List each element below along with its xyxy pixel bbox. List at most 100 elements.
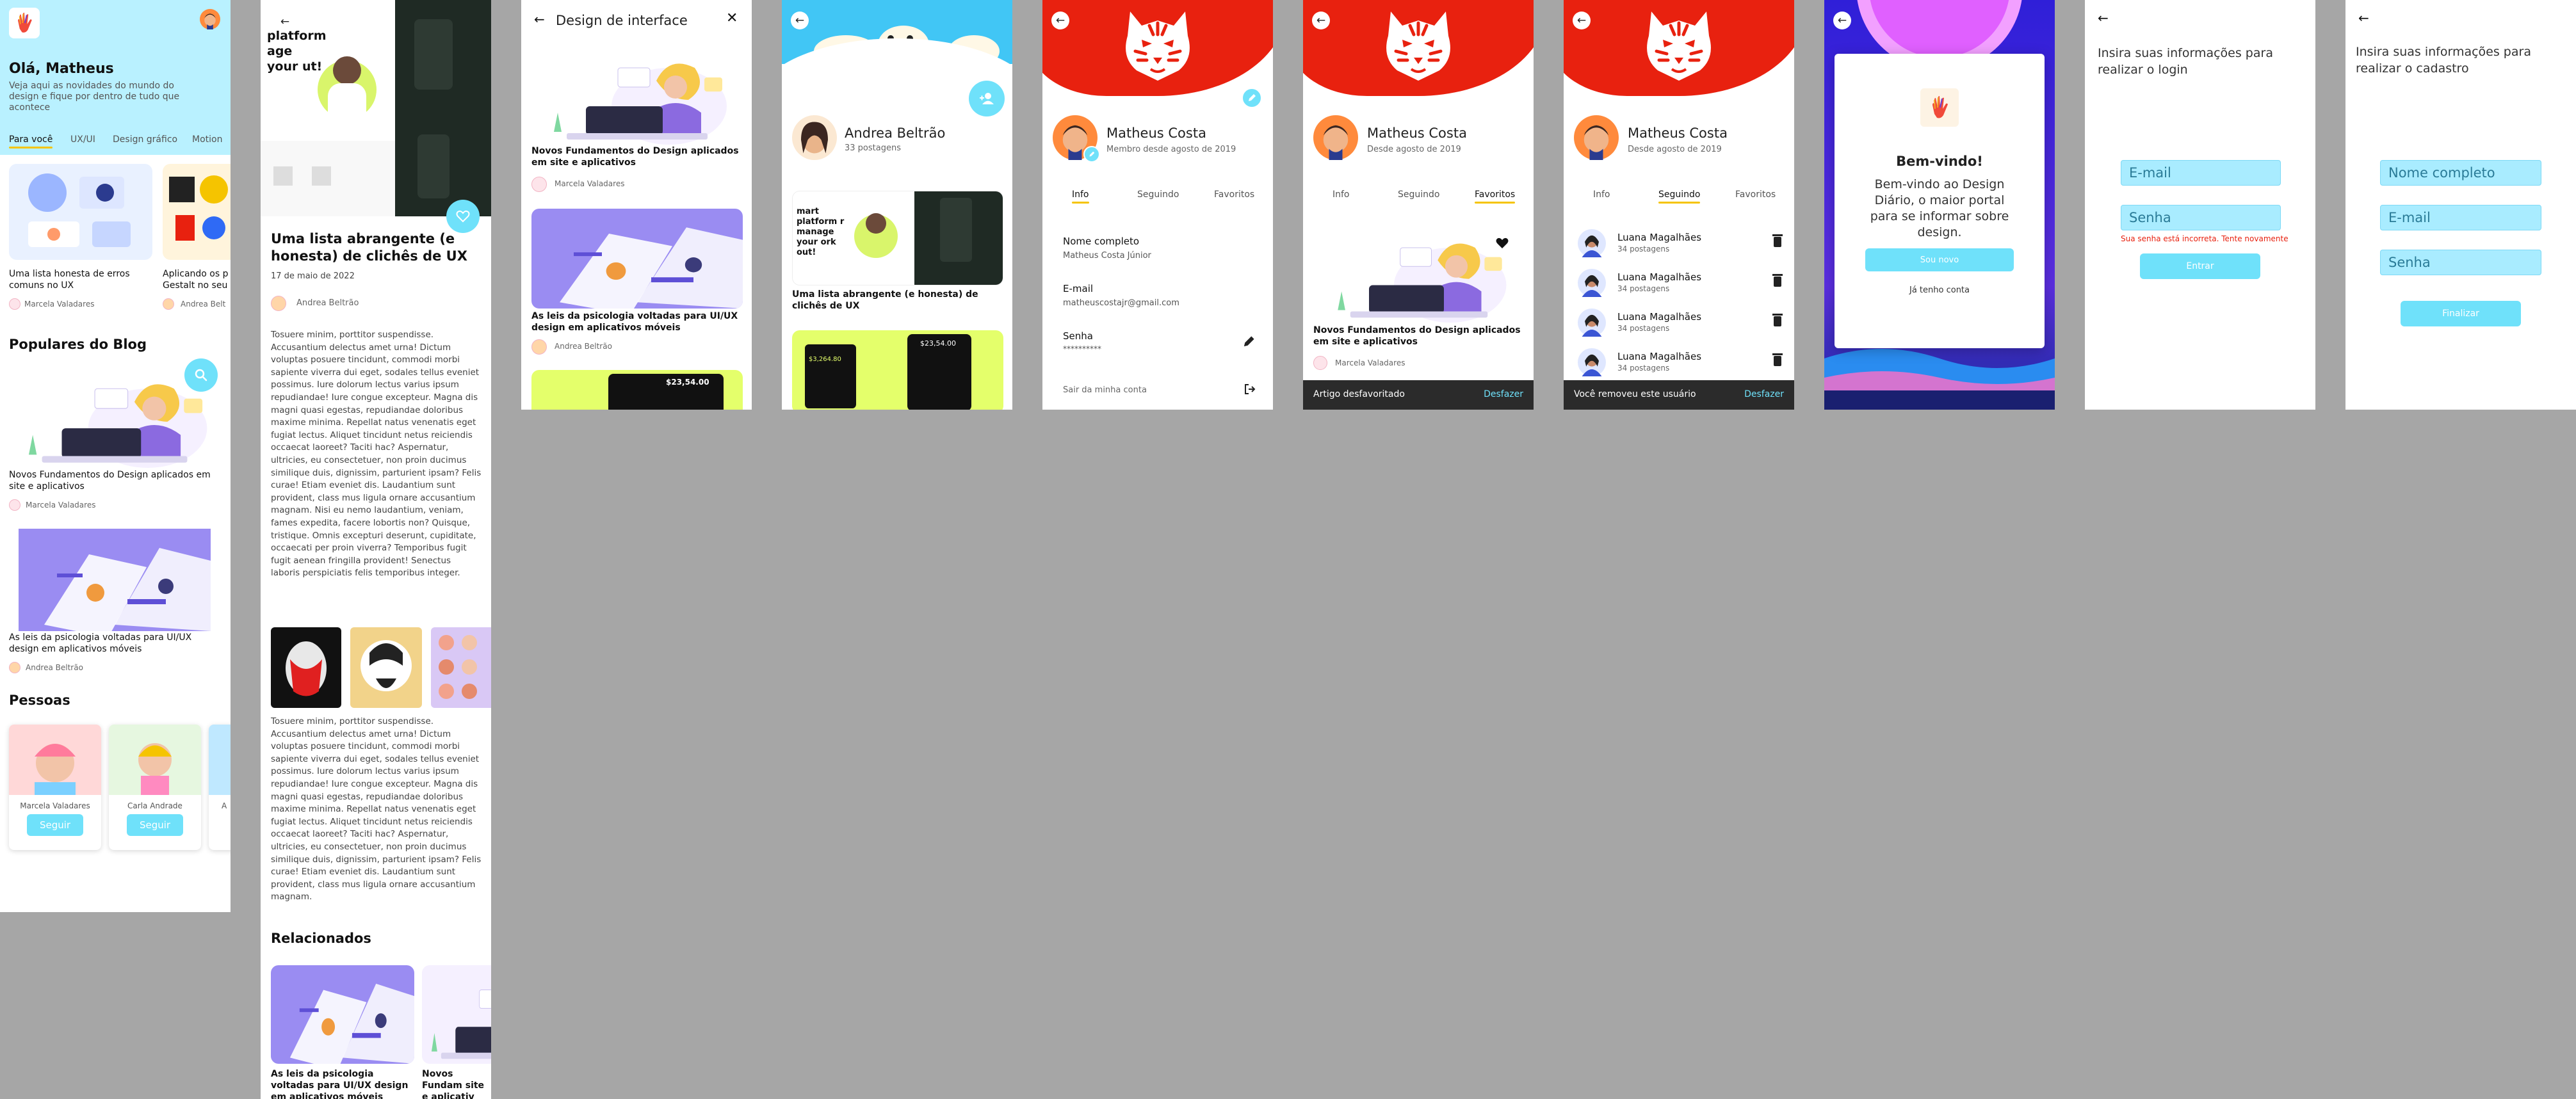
list-item[interactable]: Luana Magalhães 34 postagens <box>1564 343 1794 381</box>
card2-title[interactable]: Aplicando os p Gestalt no seu <box>163 269 231 292</box>
tab-design-grafico[interactable]: Design gráfico <box>113 134 177 145</box>
follow-button-1[interactable]: Seguir <box>27 814 83 836</box>
user-avatar <box>1578 309 1606 337</box>
back-button[interactable]: ← <box>1312 12 1330 29</box>
user-avatar <box>1578 348 1606 376</box>
author-mock-text: mart platform r manage your ork out! <box>797 207 845 257</box>
person-card-2: Carla Andrade Seguir <box>109 725 201 850</box>
related2-title[interactable]: Novos Fundam site e aplicativ <box>422 1069 491 1099</box>
user-avatar <box>1578 229 1606 257</box>
list-item[interactable]: Luana Magalhães 34 postagens <box>1564 224 1794 262</box>
back-button[interactable]: ← <box>1833 12 1851 29</box>
post1-author-avatar <box>9 499 20 511</box>
author-post1-image[interactable]: mart platform r manage your ork out! <box>792 191 1003 285</box>
snackbar-message: Você removeu este usuário <box>1574 389 1696 399</box>
post2-author-avatar <box>9 662 20 673</box>
gallery-image-2 <box>350 627 422 708</box>
tab-info[interactable]: Info <box>1333 189 1350 200</box>
back-button[interactable]: ← <box>1573 12 1591 29</box>
email-field[interactable]: E-mail <box>2380 205 2541 230</box>
fav-post-title[interactable]: Novos Fundamentos do Design aplicados em… <box>1313 325 1525 348</box>
follow-button-2[interactable]: Seguir <box>127 814 183 836</box>
trash-icon[interactable] <box>1772 274 1783 287</box>
logout-icon[interactable] <box>1243 383 1256 396</box>
author-name: Andrea Beltrão <box>845 125 946 141</box>
edit-password-icon[interactable] <box>1242 335 1255 348</box>
tab-info[interactable]: Info <box>1072 189 1089 204</box>
related1-image[interactable] <box>271 965 414 1064</box>
avatar[interactable] <box>200 9 220 29</box>
back-button[interactable]: ← <box>791 12 809 29</box>
back-icon[interactable]: ← <box>2358 10 2369 26</box>
card1-image[interactable] <box>9 164 152 260</box>
login-button[interactable]: Entrar <box>2140 253 2260 279</box>
new-user-button[interactable]: Sou novo <box>1865 248 2014 271</box>
tab-favoritos[interactable]: Favoritos <box>1214 189 1254 200</box>
avatar-edit-badge[interactable] <box>1083 146 1100 163</box>
back-button[interactable]: ← <box>1051 12 1069 29</box>
email-field[interactable]: E-mail <box>2121 160 2281 186</box>
login-heading: Insira suas informações para realizar o … <box>2098 46 2273 77</box>
fav-post-image[interactable] <box>1313 223 1525 323</box>
undo-button[interactable]: Desfazer <box>1484 389 1523 399</box>
search-fab[interactable] <box>184 358 218 392</box>
greeting: Olá, Matheus <box>9 61 114 77</box>
card1-title[interactable]: Uma lista honesta de erros comuns no UX <box>9 269 156 292</box>
profile-name: Matheus Costa <box>1628 125 1728 141</box>
list-item[interactable]: Luana Magalhães 34 postagens <box>1564 264 1794 302</box>
author-post2-image[interactable]: $23,54.00 $3,264.80 <box>792 330 1003 410</box>
user-avatar <box>1578 269 1606 297</box>
card2-image[interactable] <box>163 164 231 260</box>
related2-image[interactable] <box>422 965 491 1064</box>
cat-post3-image[interactable]: $23,54.00 <box>531 370 743 410</box>
password-label: Senha <box>1063 330 1093 342</box>
tab-para-voce[interactable]: Para você <box>9 134 53 148</box>
price-b: $3,264.80 <box>809 356 841 363</box>
post2-title[interactable]: As leis da psicologia voltadas para UI/U… <box>9 632 220 655</box>
back-icon[interactable]: ← <box>534 12 545 27</box>
cat-post2-image[interactable] <box>531 209 743 309</box>
post1-title[interactable]: Novos Fundamentos do Design aplicados em… <box>9 470 220 493</box>
heart-icon[interactable] <box>1495 237 1509 250</box>
favorite-fab[interactable] <box>446 200 480 233</box>
post2-image[interactable] <box>9 529 220 631</box>
undo-button[interactable]: Desfazer <box>1744 389 1784 399</box>
cat-post1-image[interactable] <box>531 42 743 145</box>
add-user-icon <box>980 93 994 104</box>
tab-info[interactable]: Info <box>1593 189 1610 200</box>
cat-post1-title[interactable]: Novos Fundamentos do Design aplicados em… <box>531 146 743 169</box>
password-field[interactable]: Senha <box>2380 250 2541 275</box>
finish-button[interactable]: Finalizar <box>2401 301 2521 326</box>
user-name: Luana Magalhães <box>1617 351 1702 362</box>
cat-post1-author: Marcela Valadares <box>555 179 625 188</box>
tab-seguindo[interactable]: Seguindo <box>1658 189 1701 204</box>
signup-heading: Insira suas informações para realizar o … <box>2356 45 2531 76</box>
tab-motion[interactable]: Motion <box>192 134 222 145</box>
have-account-link[interactable]: Já tenho conta <box>1835 285 2045 295</box>
edit-fab[interactable] <box>1241 87 1263 109</box>
trash-icon[interactable] <box>1772 314 1783 326</box>
close-icon[interactable]: ✕ <box>726 10 738 26</box>
author-post1-title[interactable]: Uma lista abrangente (e honesta) de clic… <box>792 289 991 312</box>
full-name-field[interactable]: Nome completo <box>2380 160 2541 186</box>
hero-mock-text: platform age your ut! <box>267 29 327 74</box>
trash-icon[interactable] <box>1772 353 1783 366</box>
tab-favoritos[interactable]: Favoritos <box>1735 189 1776 200</box>
tab-ux-ui[interactable]: UX/UI <box>70 134 95 145</box>
fav-post-author-avatar <box>1313 356 1327 370</box>
back-icon[interactable]: ← <box>2098 10 2109 26</box>
trash-icon[interactable] <box>1772 234 1783 247</box>
tab-seguindo[interactable]: Seguindo <box>1137 189 1179 200</box>
people-heading: Pessoas <box>9 693 70 708</box>
article-date: 17 de maio de 2022 <box>271 271 355 281</box>
logout-label[interactable]: Sair da minha conta <box>1063 385 1147 395</box>
tab-seguindo[interactable]: Seguindo <box>1398 189 1439 200</box>
related1-title[interactable]: As leis da psicologia voltadas para UI/U… <box>271 1069 414 1099</box>
follow-fab[interactable] <box>969 81 1005 116</box>
author-avatar <box>792 115 837 160</box>
person-1-photo <box>9 725 101 795</box>
password-field[interactable]: Senha <box>2121 205 2281 230</box>
tab-favoritos[interactable]: Favoritos <box>1475 189 1516 204</box>
cat-post2-title[interactable]: As leis da psicologia voltadas para UI/U… <box>531 311 743 334</box>
list-item[interactable]: Luana Magalhães 34 postagens <box>1564 303 1794 342</box>
